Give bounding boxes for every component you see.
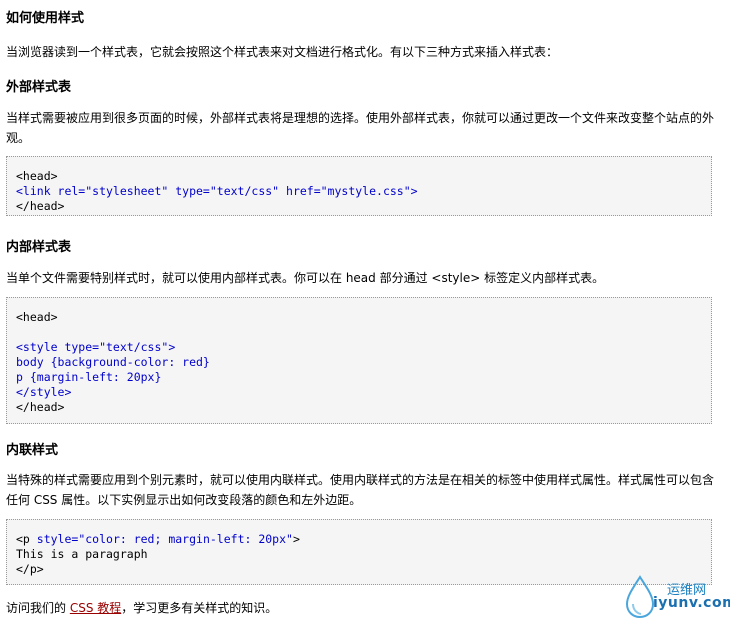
code-line: <head> xyxy=(16,310,58,324)
section-title-inline: 内联样式 xyxy=(6,443,59,458)
inline-paragraph-line2: 任何 CSS 属性。以下实例显示出如何改变段落的颜色和左外边距。 xyxy=(6,493,362,507)
code-line: p {margin-left: 20px} xyxy=(16,370,162,384)
external-paragraph-line1: 当样式需要被应用到很多页面的时候，外部样式表将是理想的选择。使用外部样式表，你就… xyxy=(6,111,715,125)
code-line: This is a paragraph xyxy=(16,547,148,561)
css-tutorial-link[interactable]: CSS 教程 xyxy=(70,601,121,615)
code-line: </head> xyxy=(16,400,65,414)
code-line: <style type="text/css"> xyxy=(16,340,176,354)
inline-code-block: <p style="color: red; margin-left: 20px"… xyxy=(6,519,712,585)
footer-prefix: 访问我们的 xyxy=(6,601,70,615)
footer-suffix: ，学习更多有关样式的知识。 xyxy=(121,601,278,615)
external-code-block: <head> <link rel="stylesheet" type="text… xyxy=(6,156,712,216)
intro-paragraph: 当浏览器读到一个样式表，它就会按照这个样式表来对文档进行格式化。有以下三种方式来… xyxy=(6,45,559,59)
footer-paragraph: 访问我们的 CSS 教程，学习更多有关样式的知识。 xyxy=(6,598,277,618)
code-line: </head> xyxy=(16,199,65,213)
code-attr: style="color: red; margin-left: 20px" xyxy=(29,532,293,546)
internal-code-block: <head> <style type="text/css"> body {bac… xyxy=(6,297,712,424)
code-line: <p style="color: red; margin-left: 20px"… xyxy=(16,532,702,547)
watermark-text-domain: iyunv.com xyxy=(653,595,730,611)
code-line: body {background-color: red} xyxy=(16,355,210,369)
section-title-external: 外部样式表 xyxy=(6,80,72,95)
droplet-logo-icon xyxy=(625,575,655,618)
external-paragraph-line2: 观。 xyxy=(6,131,31,145)
internal-paragraph: 当单个文件需要特别样式时，就可以使用内部样式表。你可以在 head 部分通过 <… xyxy=(6,271,605,285)
section-title-internal: 内部样式表 xyxy=(6,240,72,255)
code-tag-open: <p xyxy=(16,532,30,546)
section-title-how-to-use: 如何使用样式 xyxy=(6,11,85,26)
code-line: <head> xyxy=(16,169,58,183)
code-line: </style> xyxy=(16,385,72,399)
inline-paragraph-line1: 当特殊的样式需要应用到个别元素时，就可以使用内联样式。使用内联样式的方法是在相关… xyxy=(6,473,715,487)
watermark-logo: 运维网 iyunv.com xyxy=(623,574,730,619)
code-line: </p> xyxy=(16,562,44,576)
code-tag-close: > xyxy=(292,532,300,546)
code-line: <link rel="stylesheet" type="text/css" h… xyxy=(16,184,418,198)
